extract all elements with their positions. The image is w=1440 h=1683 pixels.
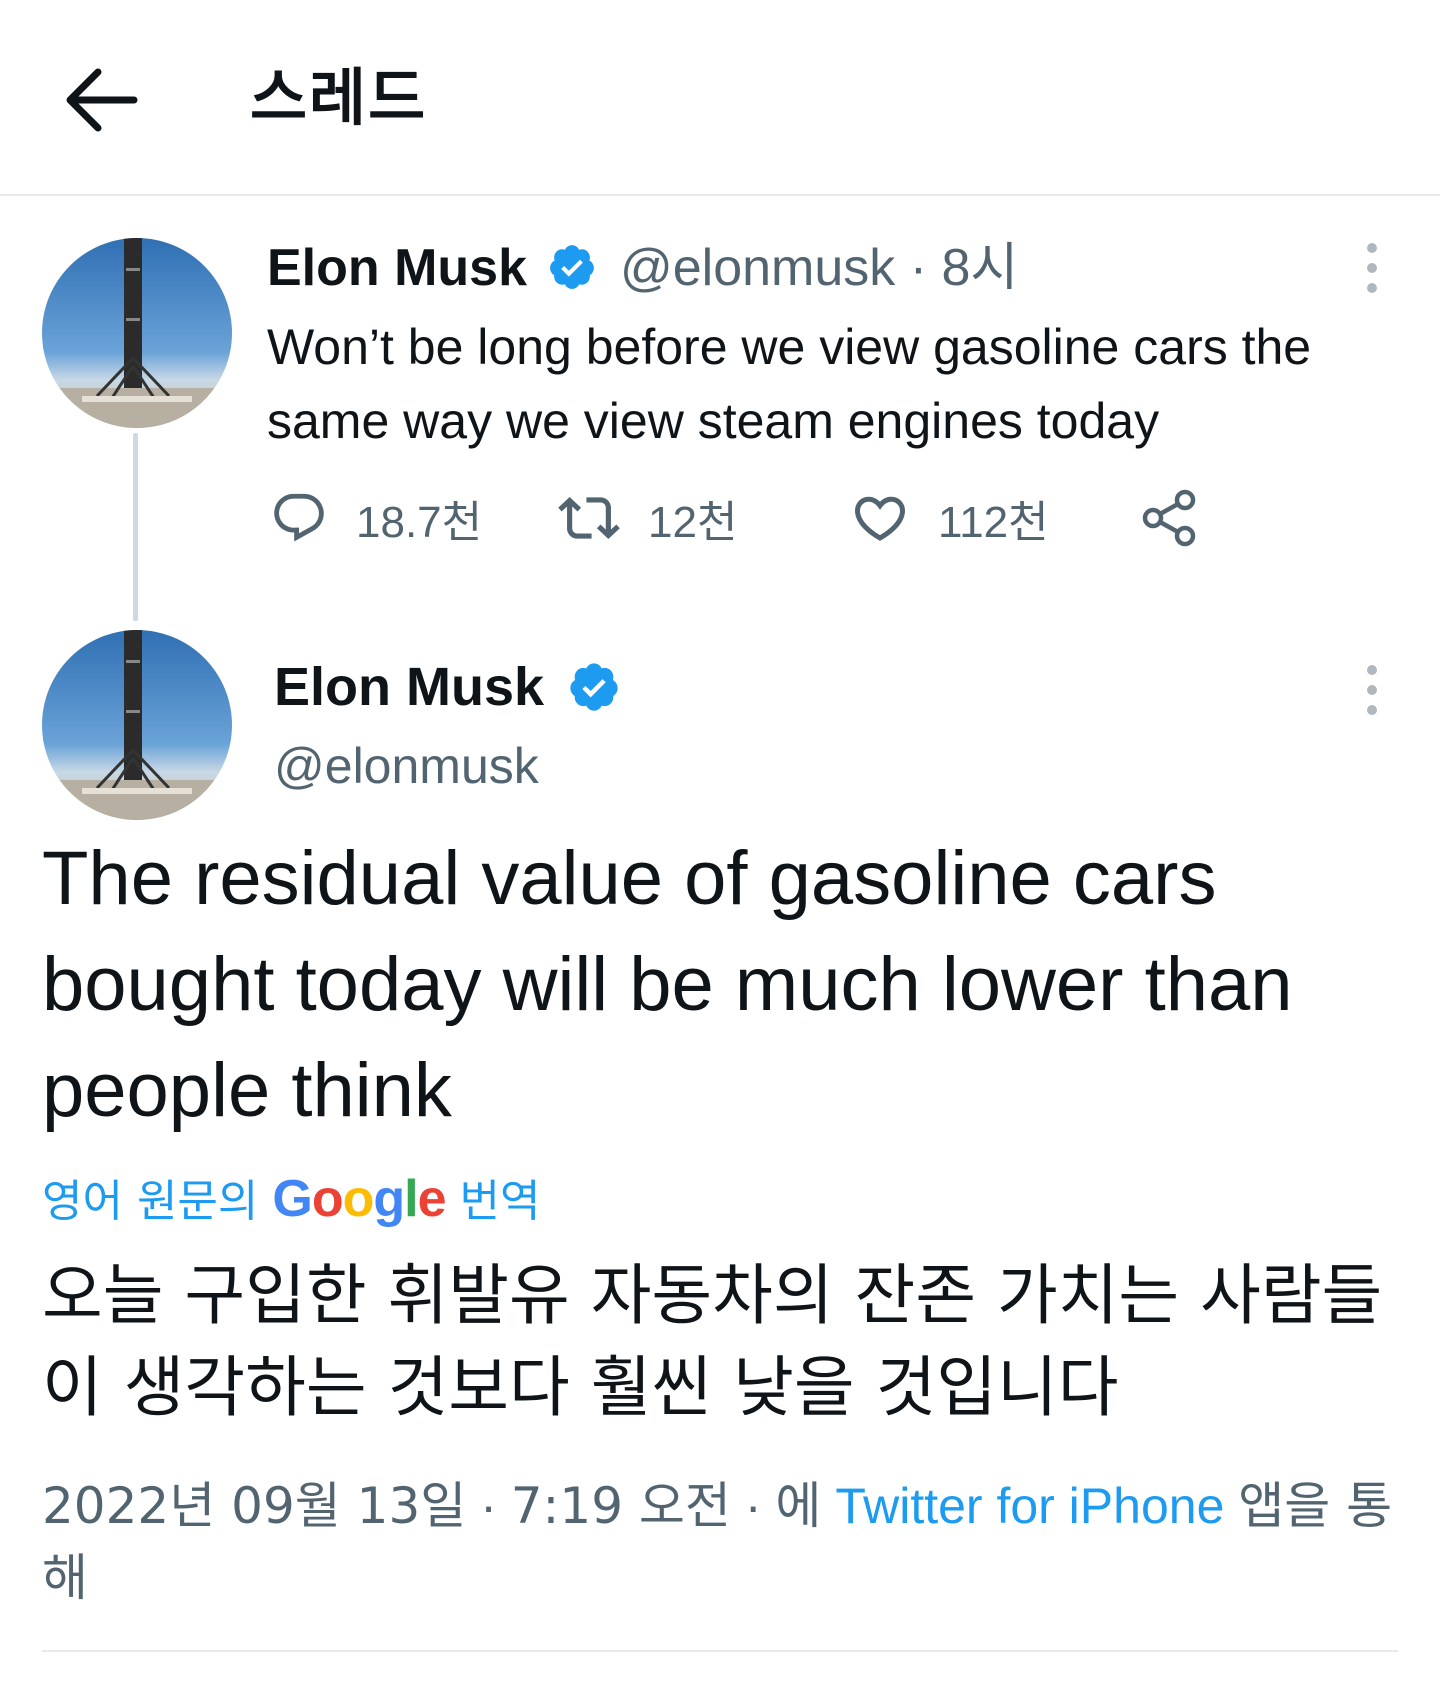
tweet-time[interactable]: 7:19 오전 [511,1477,731,1535]
tweet1-action-bar: 18.7천 12천 112천 [270,486,1230,550]
like-button[interactable]: 112천 [850,486,1049,550]
separator-dot: · [744,1478,762,1534]
separator-dot: · [909,239,928,297]
page-title: 스레드 [250,61,428,134]
tweet2-text: The residual value of gasoline cars boug… [42,836,1293,1133]
source-app-link[interactable]: Twitter for iPhone [835,1478,1224,1534]
verified-badge-icon [570,663,618,711]
separator-dot: · [480,1478,497,1534]
tweet2-author: Elon Musk [274,652,621,722]
retweet-count: 12천 [648,498,738,547]
more-options-button[interactable] [1352,660,1392,720]
share-button[interactable] [1140,486,1200,550]
author-name[interactable]: Elon Musk [274,657,544,717]
translate-attribution[interactable]: 영어 원문의 Google 번역 [42,1164,540,1237]
back-button[interactable] [58,62,142,138]
arrow-left-icon [66,68,138,132]
translate-suffix: 번역 [459,1176,541,1227]
divider [42,1650,1398,1652]
more-options-button[interactable] [1352,238,1392,298]
tweet-time[interactable]: 8시 [942,239,1019,297]
author-name[interactable]: Elon Musk [267,239,527,297]
author-handle[interactable]: @elonmusk [620,239,895,297]
reply-button[interactable]: 18.7천 [270,486,482,550]
reply-count: 18.7천 [356,498,483,547]
more-vertical-icon [1367,665,1377,715]
google-logo: Google [272,1170,446,1228]
more-vertical-icon [1367,243,1377,293]
tweet1-header: Elon Musk @elonmusk · 8시 [267,236,1018,300]
via-prefix: 에 [775,1477,822,1535]
retweet-button[interactable]: 12천 [558,486,737,550]
translated-text: 오늘 구입한 휘발유 자동차의 잔존 가치는 사람들이 생각하는 것보다 훨씬 … [42,1257,1383,1426]
retweet-icon [558,497,620,539]
thread-connector-line [133,433,138,621]
verified-badge-icon [550,245,595,290]
translate-prefix: 영어 원문의 [42,1176,259,1227]
thread-header: 스레드 [0,0,1440,196]
heart-icon [854,496,906,541]
tweet-date[interactable]: 2022년 09월 13일 [42,1477,466,1535]
like-count: 112천 [938,498,1049,547]
tweet1-text: Won’t be long before we view gasoline ca… [267,319,1312,449]
share-icon [1142,489,1196,547]
tweet-metadata: 2022년 09월 13일 · 7:19 오전 · 에 Twitter for … [42,1470,1402,1614]
reply-icon [274,493,324,542]
author-handle[interactable]: @elonmusk [274,733,539,799]
avatar[interactable] [42,630,232,820]
avatar[interactable] [42,238,232,428]
